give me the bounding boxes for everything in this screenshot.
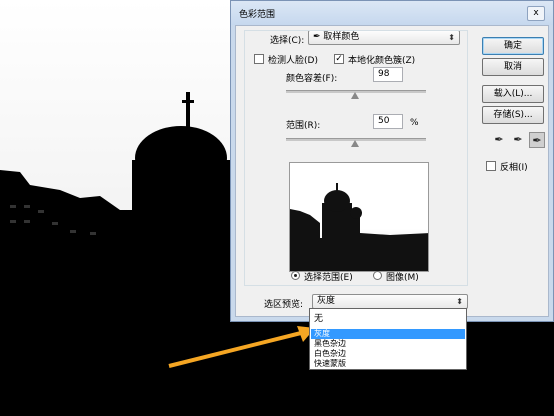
eyedropper-minus-icon[interactable]: ✒ bbox=[529, 132, 545, 148]
cancel-button[interactable]: 取消 bbox=[482, 58, 544, 76]
spinner-arrow-icon: ⬍ bbox=[456, 297, 463, 306]
selection-preview bbox=[289, 162, 429, 272]
annotation-arrow bbox=[168, 326, 315, 368]
preview-select-value: 灰度 bbox=[317, 296, 336, 306]
load-button[interactable]: 载入(L)... bbox=[482, 85, 544, 103]
ok-button[interactable]: 确定 bbox=[482, 37, 544, 55]
image-radio-label: 图像(M) bbox=[386, 273, 419, 283]
dialog-title: 色彩范围 bbox=[239, 10, 276, 20]
dropdown-item-grayscale[interactable]: 灰度 bbox=[311, 329, 465, 339]
preview-dropdown-list: 无 灰度 黑色杂边 白色杂边 快速蒙版 bbox=[309, 308, 467, 370]
selection-radio-label: 选择范围(E) bbox=[304, 273, 353, 283]
title-bar[interactable]: 色彩范围 x bbox=[231, 1, 553, 25]
color-range-dialog: 色彩范围 x 选择(C): ✒ 取样颜色 ⬍ 检测人脸(D) ✓ 本地化颜色簇(… bbox=[230, 0, 554, 322]
save-button[interactable]: 存储(S)... bbox=[482, 106, 544, 124]
preview-select[interactable]: 灰度 ⬍ bbox=[312, 294, 468, 309]
dropdown-item-white-matte[interactable]: 白色杂边 bbox=[311, 349, 465, 359]
preview-label: 选区预览: bbox=[264, 300, 304, 310]
selection-radio[interactable] bbox=[291, 271, 300, 280]
invert-label: 反相(I) bbox=[500, 163, 528, 173]
dropdown-item-quick-mask[interactable]: 快速蒙版 bbox=[311, 359, 465, 369]
dropdown-item-black-matte[interactable]: 黑色杂边 bbox=[311, 339, 465, 349]
image-radio[interactable] bbox=[373, 271, 382, 280]
dialog-body: 选择(C): ✒ 取样颜色 ⬍ 检测人脸(D) ✓ 本地化颜色簇(Z) 颜色容差… bbox=[235, 25, 549, 317]
eyedropper-plus-icon[interactable]: ✒ bbox=[510, 132, 526, 148]
dropdown-item-none[interactable]: 无 bbox=[311, 311, 465, 327]
invert-checkbox[interactable] bbox=[486, 161, 496, 171]
close-button[interactable]: x bbox=[527, 6, 545, 21]
eyedropper-icon[interactable]: ✒ bbox=[491, 132, 507, 148]
